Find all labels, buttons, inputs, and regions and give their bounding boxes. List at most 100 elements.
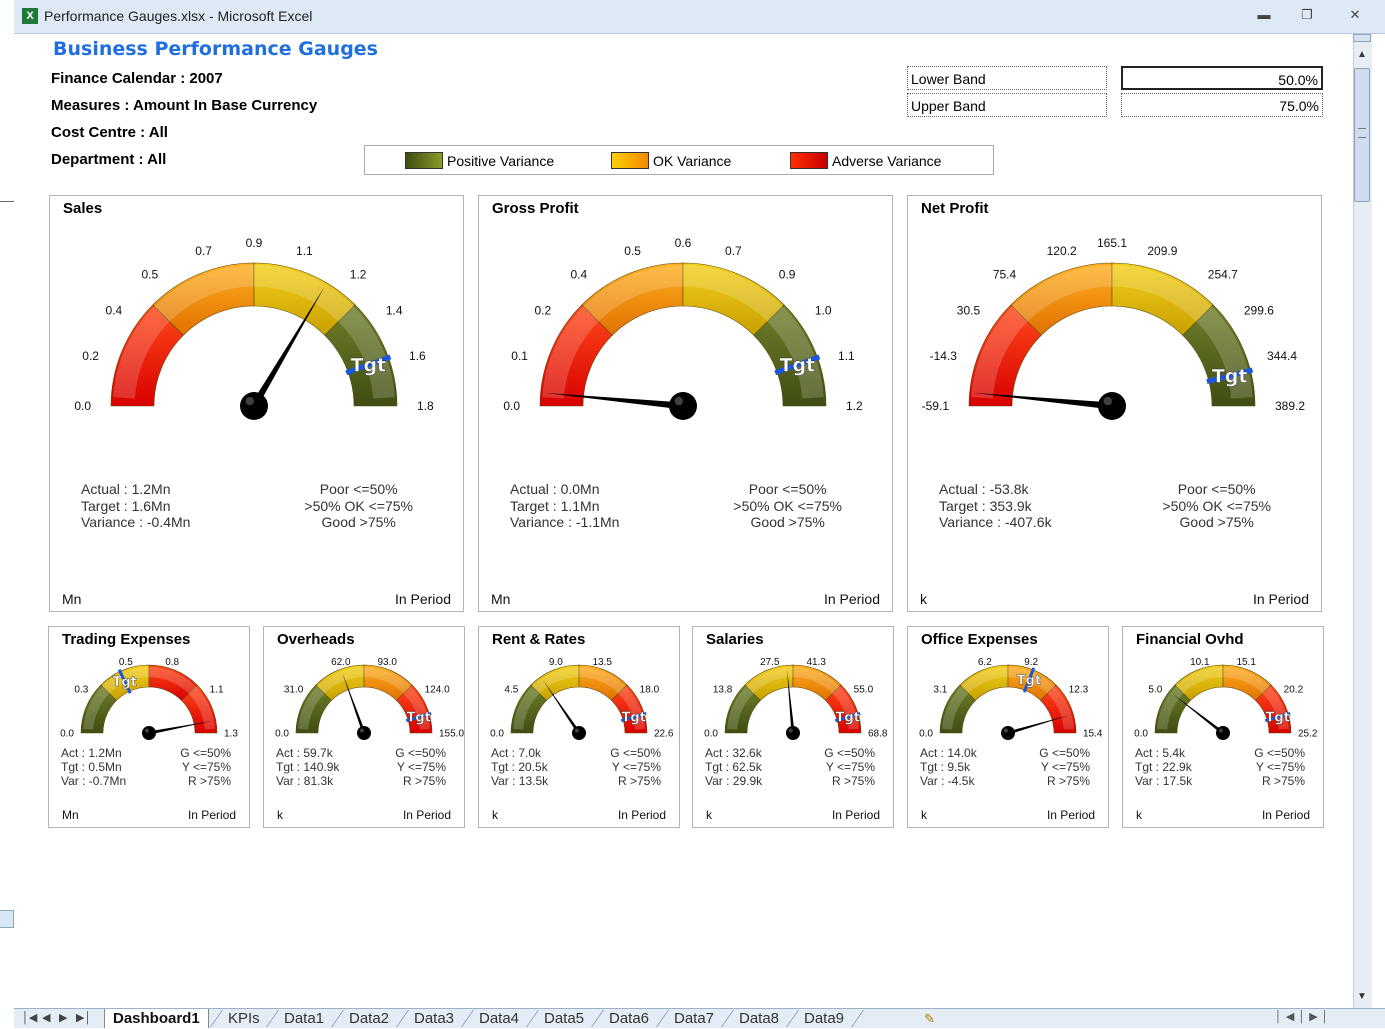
scroll-down-arrow[interactable]: ▼ (1353, 988, 1371, 1006)
gauge-panel[interactable]: Gross Profit Tgt 0.0 0.1 0.2 0.4 0.5 0.6 0.7 0.9 1… (478, 195, 893, 612)
target-value: Tgt : 62.5k (705, 760, 762, 774)
sheet-tab-data4[interactable]: Data4 (471, 1009, 527, 1028)
actual-value: Actual : 1.2Mn (81, 481, 171, 497)
insert-sheet-icon[interactable]: ✎ (924, 1011, 935, 1027)
gauge-panel[interactable]: Net Profit Tgt -59.1 -14.3 30.5 75.4 120.2 165.… (907, 195, 1322, 612)
excel-icon[interactable]: X (22, 8, 38, 24)
actual-value: Act : 7.0k (491, 746, 542, 760)
tick-label: 0.6 (675, 236, 692, 250)
sheet-tab-data3[interactable]: Data3 (406, 1009, 462, 1028)
tab-separator (851, 1010, 864, 1027)
threshold-rule: R >75% (831, 774, 875, 788)
small-gauge-panel[interactable]: Financial Ovhd Tgt 0.0 5.0 10.1 15.1 20.2 25.2 A… (1122, 626, 1324, 828)
variance-value: Var : 17.5k (1135, 774, 1193, 788)
tick-label: 0.7 (195, 244, 212, 258)
sheet-tab-data8[interactable]: Data8 (731, 1009, 787, 1028)
upper-band-value[interactable]: 75.0% (1121, 93, 1323, 117)
last-sheet-icon[interactable]: ▶│ (76, 1011, 91, 1024)
sheet-tab-kpis[interactable]: KPIs (220, 1009, 268, 1028)
threshold-rule: >50% OK <=75% (304, 497, 413, 514)
target-marker-label: Tgt (113, 675, 137, 690)
unit-label: k (277, 808, 283, 822)
prev-sheet-icon[interactable]: ◀ (42, 1011, 50, 1024)
target-marker-label: Tgt (779, 354, 815, 376)
sheet-tab-data7[interactable]: Data7 (666, 1009, 722, 1028)
tick-label: 31.0 (284, 684, 304, 695)
needle-hub (572, 726, 586, 740)
small-gauge-panel[interactable]: Trading Expenses Tgt 0.0 0.3 0.5 0.8 1.1 1.3 Act… (48, 626, 250, 828)
tick-label: 30.5 (957, 303, 981, 317)
threshold-rule: G <=50% (610, 746, 661, 760)
legend-ok: OK Variance (611, 152, 731, 169)
gauge-panel[interactable]: Sales Tgt 0.0 0.2 0.4 0.5 0.7 0.9 1.1 1.2 1.4 1.6 1.… (49, 195, 464, 612)
tick-label: 15.4 (1083, 729, 1103, 740)
title-bar: X Performance Gauges.xlsx - Microsoft Ex… (14, 0, 1385, 34)
target-marker-label: Tgt (836, 711, 860, 726)
small-gauge-dial: Tgt 0.0 3.1 6.2 9.2 12.3 15.4 (919, 657, 1103, 740)
sheet-tab-data1[interactable]: Data1 (276, 1009, 332, 1028)
threshold-rule: Good >75% (750, 514, 825, 530)
variance-value: Var : 13.5k (491, 774, 549, 788)
lower-band-label[interactable]: Lower Band (907, 66, 1107, 90)
target-value: Target : 1.6Mn (81, 497, 171, 514)
threshold-rule: Y <=75% (611, 760, 661, 774)
target-value: Target : 353.9k (939, 497, 1032, 514)
close-button[interactable]: ✕ (1342, 4, 1368, 26)
tick-label: 0.9 (246, 236, 263, 250)
tick-label: 0.5 (142, 267, 159, 281)
gauge-dial: Tgt 0.0 0.1 0.2 0.4 0.5 0.6 0.7 0.9 1.0 1.1 1.2 (503, 236, 863, 420)
minimize-button[interactable]: ▬ (1251, 4, 1277, 26)
horizontal-scroll-controls[interactable]: │◀│▶│ (1275, 1010, 1333, 1023)
restore-button[interactable]: ❐ (1294, 4, 1320, 26)
info-measures: Measures : Amount In Base Currency (51, 97, 318, 114)
needle-hub (357, 726, 371, 740)
sheet-tab-data9[interactable]: Data9 (796, 1009, 852, 1028)
target-value: Tgt : 9.5k (920, 760, 971, 774)
split-box[interactable] (1353, 34, 1371, 42)
target-marker-label: Tgt (1266, 711, 1290, 726)
threshold-rule: G <=50% (1254, 746, 1305, 760)
sheet-tab-data5[interactable]: Data5 (536, 1009, 592, 1028)
tick-label: 1.8 (417, 399, 434, 413)
threshold-rule: R >75% (617, 774, 661, 788)
gauge-stats: Actual : 0.0Mn Target : 1.1Mn Variance : -… (510, 481, 619, 531)
tick-label: 0.0 (704, 729, 718, 740)
threshold-rule: G <=50% (1039, 746, 1090, 760)
first-sheet-icon[interactable]: │◀ (22, 1011, 37, 1024)
threshold-rule: Y <=75% (825, 760, 875, 774)
tick-label: 0.4 (571, 267, 588, 281)
sheet-tab-data2[interactable]: Data2 (341, 1009, 397, 1028)
unit-label: k (492, 808, 498, 822)
tick-label: 1.3 (224, 729, 238, 740)
tick-label: 20.2 (1284, 684, 1304, 695)
threshold-rule: >50% OK <=75% (733, 497, 842, 514)
lower-band-value[interactable]: 50.0% (1121, 66, 1323, 90)
actual-value: Act : 32.6k (705, 746, 762, 760)
gauge-stats: Actual : 1.2Mn Target : 1.6Mn Variance : -… (81, 481, 190, 531)
upper-band-label[interactable]: Upper Band (907, 93, 1107, 117)
tick-label: 1.6 (409, 349, 426, 363)
sheet-tab-data6[interactable]: Data6 (601, 1009, 657, 1028)
left-edge-handle[interactable] (0, 910, 14, 928)
small-gauge-panel[interactable]: Office Expenses Tgt 0.0 3.1 6.2 9.2 12.3 15.4 Ac… (907, 626, 1109, 828)
small-gauge-panel[interactable]: Salaries Tgt 0.0 13.8 27.5 41.3 55.0 68.8 Act : … (692, 626, 894, 828)
tick-label: 0.0 (74, 399, 91, 413)
variance-value: Var : 29.9k (705, 774, 763, 788)
tick-label: 0.0 (503, 399, 520, 413)
info-cost-centre: Cost Centre : All (51, 124, 168, 141)
period-label: In Period (187, 808, 236, 822)
small-gauge-panel[interactable]: Rent & Rates Tgt 0.0 4.5 9.0 13.5 18.0 22.6 Act … (478, 626, 680, 828)
tick-label: 0.3 (74, 684, 88, 695)
period-label: In Period (1261, 808, 1310, 822)
next-sheet-icon[interactable]: ▶ (59, 1011, 67, 1024)
tick-label: 15.1 (1236, 657, 1256, 668)
small-gauge-panel[interactable]: Overheads Tgt 0.0 31.0 62.0 93.0 124.0 155.0 Act… (263, 626, 465, 828)
threshold-rule: G <=50% (824, 746, 875, 760)
tick-label: 1.1 (838, 349, 855, 363)
scroll-up-arrow[interactable]: ▲ (1353, 46, 1371, 64)
small-gauge-dial: Tgt 0.0 5.0 10.1 15.1 20.2 25.2 (1134, 657, 1318, 740)
target-marker-label: Tgt (1017, 674, 1041, 689)
sheet-tab-dashboard1[interactable]: Dashboard1 (104, 1009, 209, 1028)
small-gauge-thresholds: G <=50% Y <=75% R >75% (395, 746, 446, 788)
tick-label: 165.1 (1097, 236, 1127, 250)
